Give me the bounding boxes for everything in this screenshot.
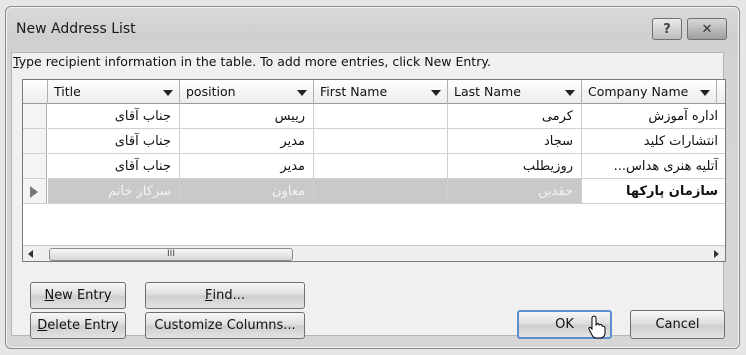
cell-company-name[interactable]: آتلیه هنری هداس...: [582, 154, 725, 179]
cell-first-name[interactable]: [314, 129, 448, 154]
new-entry-button[interactable]: New Entry: [30, 282, 126, 309]
cell-position[interactable]: رییس: [180, 104, 314, 129]
cell-company-name[interactable]: اداره آموزش: [582, 104, 725, 129]
horizontal-scrollbar[interactable]: III: [23, 245, 725, 261]
hand-cursor-icon: [588, 315, 606, 339]
cell-first-name[interactable]: [314, 154, 448, 179]
row-selector-header: [23, 80, 48, 104]
cell-position[interactable]: مدیر: [180, 129, 314, 154]
table-row[interactable]: جناب آقای مدیر سجاد انتشارات کلید: [23, 129, 725, 154]
dialog-title: New Address List: [16, 21, 136, 37]
table-header: Title position First Name Last Name Comp…: [23, 80, 725, 104]
instructions-text: Type recipient information in the table.…: [13, 54, 491, 69]
cell-last-name[interactable]: حقدین: [448, 179, 582, 204]
help-icon: ?: [663, 21, 671, 37]
cell-last-name[interactable]: سجاد: [448, 129, 582, 154]
current-row-arrow-icon: [30, 186, 38, 198]
chevron-down-icon[interactable]: [565, 90, 575, 96]
cell-last-name[interactable]: کرمی: [448, 104, 582, 129]
column-header-first-name[interactable]: First Name: [314, 80, 448, 104]
cell-first-name[interactable]: [314, 104, 448, 129]
cell-title[interactable]: جناب آقای: [48, 129, 180, 154]
cell-position[interactable]: معاون: [180, 179, 314, 204]
chevron-down-icon[interactable]: [700, 90, 710, 96]
recipient-table: Title position First Name Last Name Comp…: [22, 79, 726, 262]
cell-first-name[interactable]: [314, 179, 448, 204]
customize-columns-button[interactable]: Customize Columns...: [145, 312, 305, 339]
column-header-position[interactable]: position: [180, 80, 314, 104]
row-selector[interactable]: [23, 179, 47, 204]
column-header-last-name[interactable]: Last Name: [448, 80, 582, 104]
close-icon: ✕: [701, 21, 713, 37]
close-button[interactable]: ✕: [687, 18, 727, 40]
delete-entry-button[interactable]: Delete Entry: [30, 312, 126, 339]
cell-title[interactable]: جناب آقای: [48, 154, 180, 179]
column-header-title[interactable]: Title: [48, 80, 180, 104]
cancel-button[interactable]: Cancel: [630, 310, 725, 339]
cell-position[interactable]: مدیر: [180, 154, 314, 179]
table-row-selected[interactable]: سرکار خانم معاون حقدین سازمان پارکها: [23, 179, 725, 204]
cell-last-name[interactable]: روزیطلب: [448, 154, 582, 179]
column-header-company-name[interactable]: Company Name: [582, 80, 717, 104]
table-row[interactable]: جناب آقای رییس کرمی اداره آموزش: [23, 104, 725, 129]
scroll-left-icon[interactable]: [28, 250, 33, 258]
scroll-right-icon[interactable]: [714, 250, 719, 258]
cell-company-name[interactable]: انتشارات کلید: [582, 129, 725, 154]
row-selector[interactable]: [23, 129, 47, 154]
row-selector[interactable]: [23, 104, 47, 129]
find-button[interactable]: Find...: [145, 282, 305, 309]
chevron-down-icon[interactable]: [431, 90, 441, 96]
row-selector[interactable]: [23, 154, 47, 179]
scrollbar-thumb[interactable]: III: [49, 248, 293, 261]
table-row[interactable]: جناب آقای مدیر روزیطلب آتلیه هنری هداس..…: [23, 154, 725, 179]
cell-company-name[interactable]: سازمان پارکها: [582, 179, 725, 204]
chevron-down-icon[interactable]: [297, 90, 307, 96]
chevron-down-icon[interactable]: [163, 90, 173, 96]
cell-title[interactable]: جناب آقای: [48, 104, 180, 129]
help-button[interactable]: ?: [652, 18, 682, 40]
cell-title[interactable]: سرکار خانم: [48, 179, 180, 204]
